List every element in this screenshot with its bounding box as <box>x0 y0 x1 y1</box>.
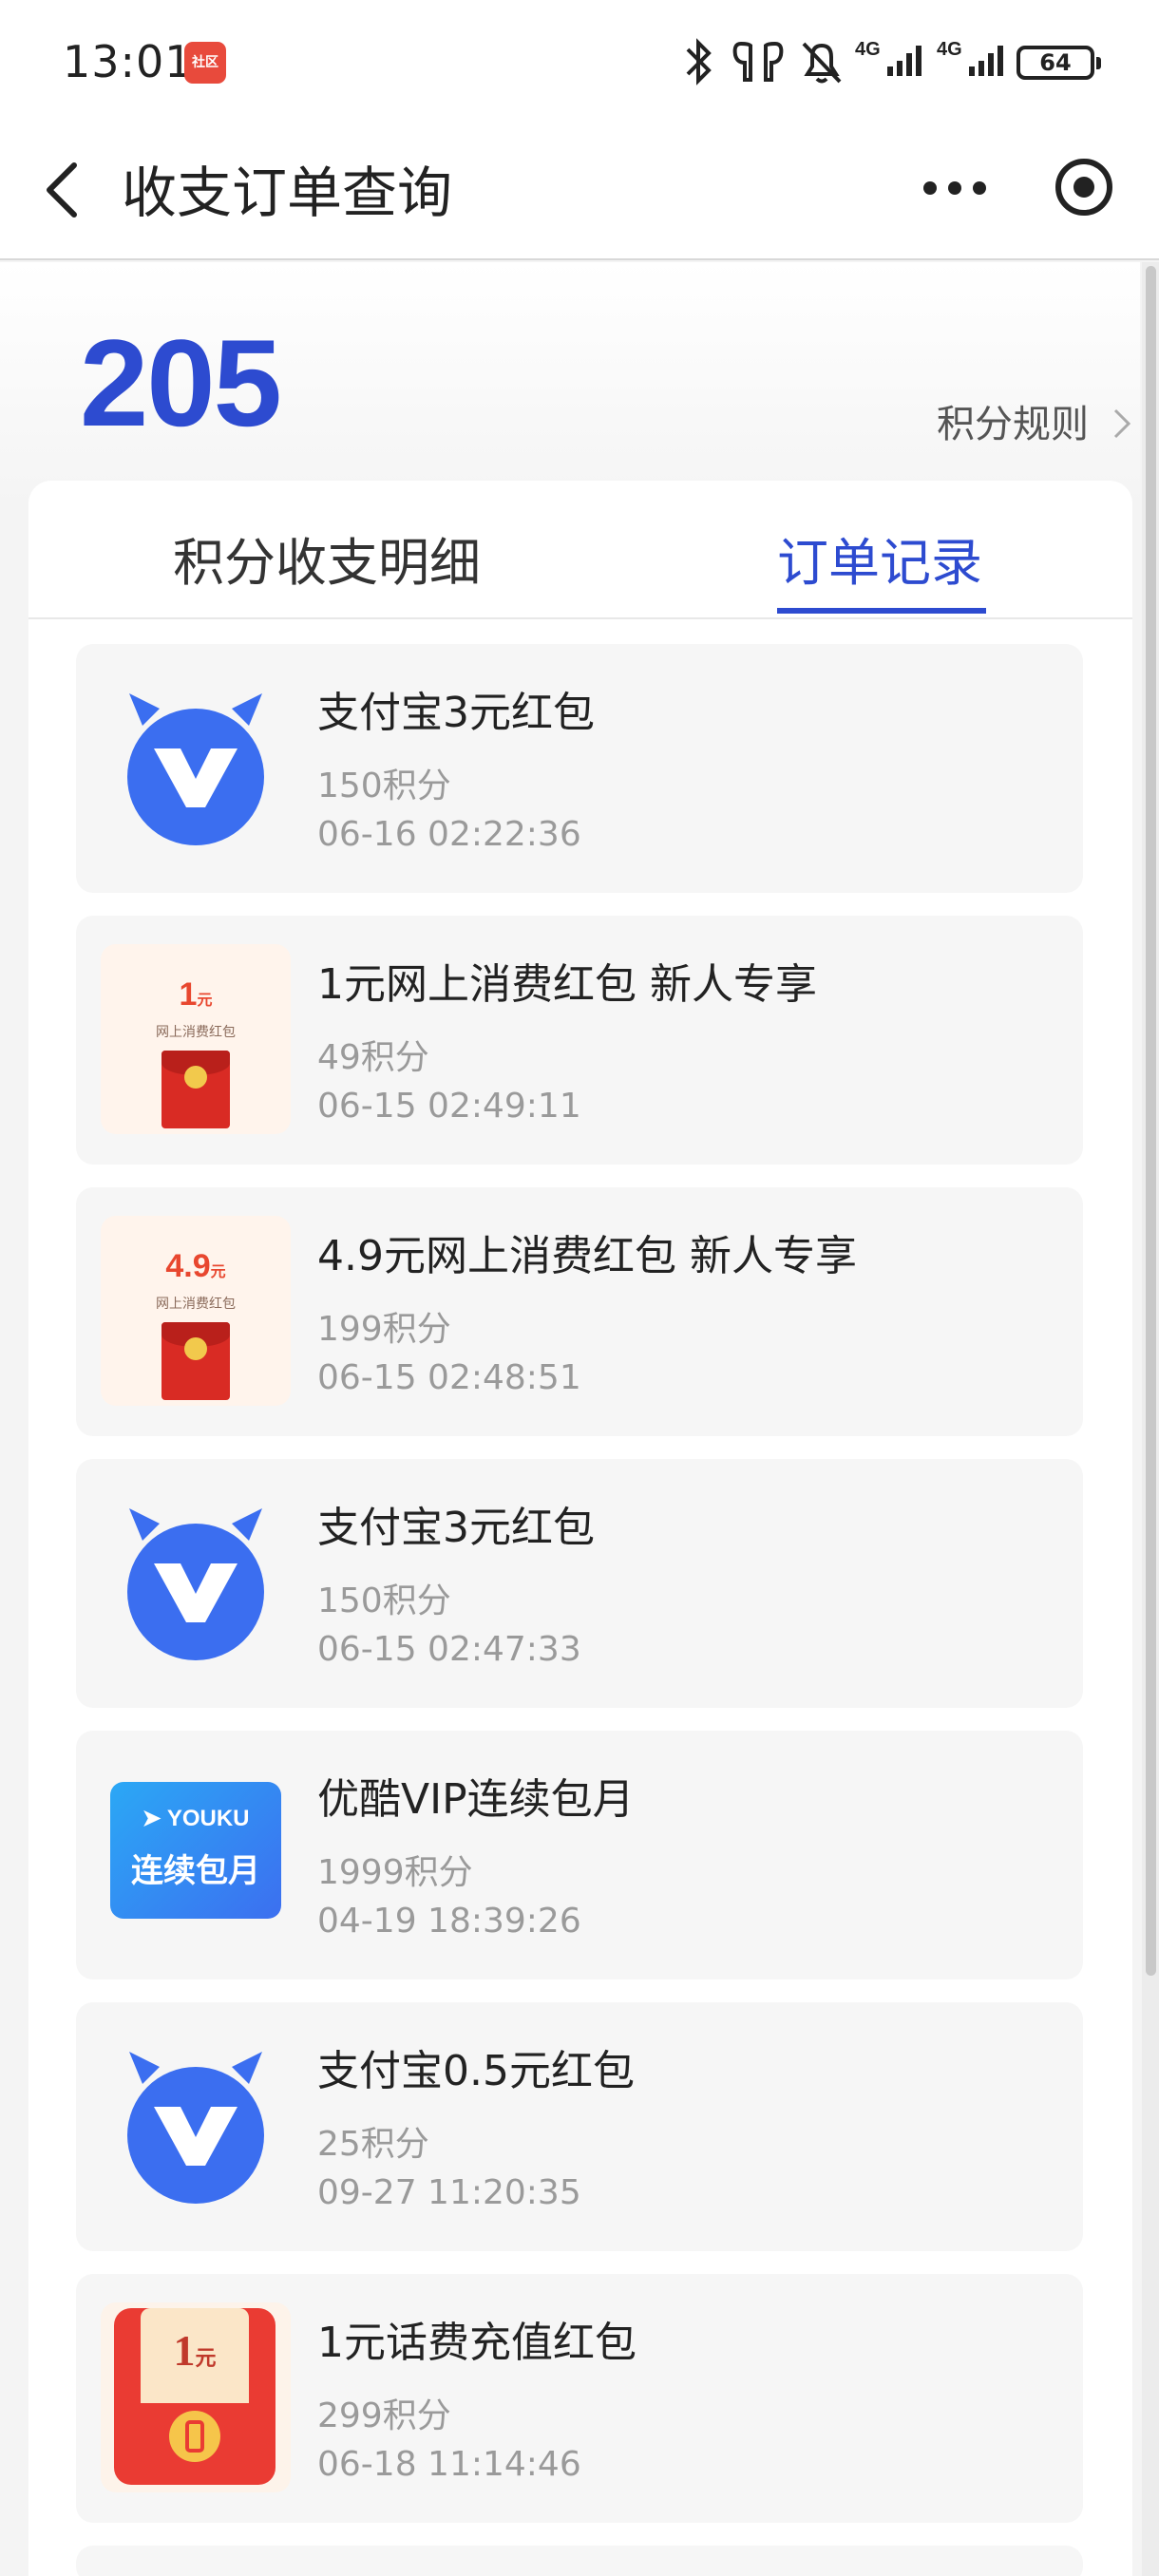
order-time: 04-19 18:39:26 <box>317 1902 581 1941</box>
order-item[interactable]: 支付宝3元红包 150积分 06-15 02:47:33 <box>76 1459 1083 1708</box>
points-total: 205 <box>80 313 282 452</box>
phone-packet-amount: 1元 <box>173 2326 217 2375</box>
order-points: 150积分 <box>317 767 451 805</box>
active-tab-indicator <box>777 608 986 614</box>
red-packet-caption: 网上消费红包 <box>156 1025 236 1040</box>
points-rules-link[interactable]: 积分规则 <box>937 393 1089 448</box>
order-time: 06-15 02:47:33 <box>317 1630 581 1669</box>
red-packet-amount: 4.9元 <box>165 1248 226 1284</box>
phone-icon <box>169 2411 220 2462</box>
red-packet-thumbnail: 4.9元 网上消费红包 <box>101 1216 291 1406</box>
order-time: 06-15 02:48:51 <box>317 1358 581 1397</box>
order-time: 06-15 02:49:11 <box>317 1087 581 1126</box>
red-packet-thumbnail: 1元 网上消费红包 <box>101 944 291 1134</box>
red-packet-amount: 1元 <box>179 976 213 1013</box>
youku-logo-icon: ➤ YOUKU <box>142 1806 250 1831</box>
more-dots-icon[interactable] <box>922 169 988 207</box>
order-item[interactable]: 支付宝0.5元红包 25积分 09-27 11:20:35 <box>76 2002 1083 2251</box>
order-item[interactable]: 1元 网上消费红包 1元网上消费红包 新人专享 49积分 06-15 02:49… <box>76 916 1083 1165</box>
points-header: 205 积分规则 <box>0 262 1140 509</box>
order-title: 支付宝3元红包 <box>317 1504 595 1552</box>
tabs-bar: 积分收支明细 订单记录 <box>28 481 1132 619</box>
bluetooth-icon <box>686 38 712 85</box>
svg-text:4G: 4G <box>937 39 962 60</box>
order-title: 支付宝3元红包 <box>317 689 595 737</box>
order-points: 299积分 <box>317 2396 451 2435</box>
signal-4g-icon: 4G <box>937 39 1003 76</box>
status-bar: 13:01 社区 4G 4G 64 <box>0 0 1159 123</box>
mute-icon <box>802 42 842 84</box>
status-time: 13:01 <box>63 36 194 87</box>
red-envelope-icon <box>162 1051 230 1128</box>
order-time: 06-18 11:14:46 <box>317 2445 581 2484</box>
order-points: 199积分 <box>317 1310 451 1349</box>
red-envelope-icon: 1元 <box>114 2308 276 2485</box>
order-item-partial[interactable] <box>76 2546 1083 2576</box>
earbuds-icon <box>732 41 784 82</box>
red-envelope-icon <box>162 1322 230 1400</box>
nav-bar: 收支订单查询 <box>0 123 1159 260</box>
alipay-v-icon <box>127 2052 264 2204</box>
order-title: 优酷VIP连续包月 <box>317 1775 635 1824</box>
order-item[interactable]: 支付宝3元红包 150积分 06-16 02:22:36 <box>76 644 1083 893</box>
order-title: 1元话费充值红包 <box>317 2319 636 2367</box>
alipay-v-icon <box>127 693 264 845</box>
alipay-v-icon <box>127 1508 264 1660</box>
order-title: 1元网上消费红包 新人专享 <box>317 960 817 1009</box>
page-title: 收支订单查询 <box>122 161 453 225</box>
red-packet-caption: 网上消费红包 <box>156 1297 236 1312</box>
battery-indicator: 64 <box>1016 46 1101 80</box>
order-item[interactable]: ➤ YOUKU 连续包月 优酷VIP连续包月 1999积分 04-19 18:3… <box>76 1731 1083 1979</box>
tab-points-detail[interactable]: 积分收支明细 <box>173 521 481 596</box>
target-icon[interactable] <box>1053 156 1115 218</box>
tab-order-records[interactable]: 订单记录 <box>777 521 982 596</box>
svg-text:4G: 4G <box>855 39 881 60</box>
scrollbar-thumb[interactable] <box>1146 266 1156 1976</box>
youku-badge-text: 连续包月 <box>131 1852 260 1890</box>
order-time: 06-16 02:22:36 <box>317 815 581 854</box>
back-arrow-icon[interactable] <box>34 152 91 228</box>
order-title: 支付宝0.5元红包 <box>317 2047 635 2095</box>
app-badge-icon: 社区 <box>184 42 226 84</box>
signal-4g-icon: 4G <box>855 39 922 76</box>
order-points: 25积分 <box>317 2125 429 2164</box>
order-points: 150积分 <box>317 1582 451 1620</box>
order-title: 4.9元网上消费红包 新人专享 <box>317 1232 857 1280</box>
order-points: 1999积分 <box>317 1853 473 1892</box>
order-item[interactable]: 1元 1元话费充值红包 299积分 06-18 11:14:46 <box>76 2274 1083 2523</box>
phone-red-packet-thumbnail: 1元 <box>101 2302 291 2492</box>
chevron-right-icon[interactable] <box>1112 407 1132 441</box>
order-points: 49积分 <box>317 1038 429 1077</box>
youku-thumbnail: ➤ YOUKU 连续包月 <box>110 1782 281 1919</box>
order-time: 09-27 11:20:35 <box>317 2173 581 2212</box>
order-item[interactable]: 4.9元 网上消费红包 4.9元网上消费红包 新人专享 199积分 06-15 … <box>76 1187 1083 1436</box>
